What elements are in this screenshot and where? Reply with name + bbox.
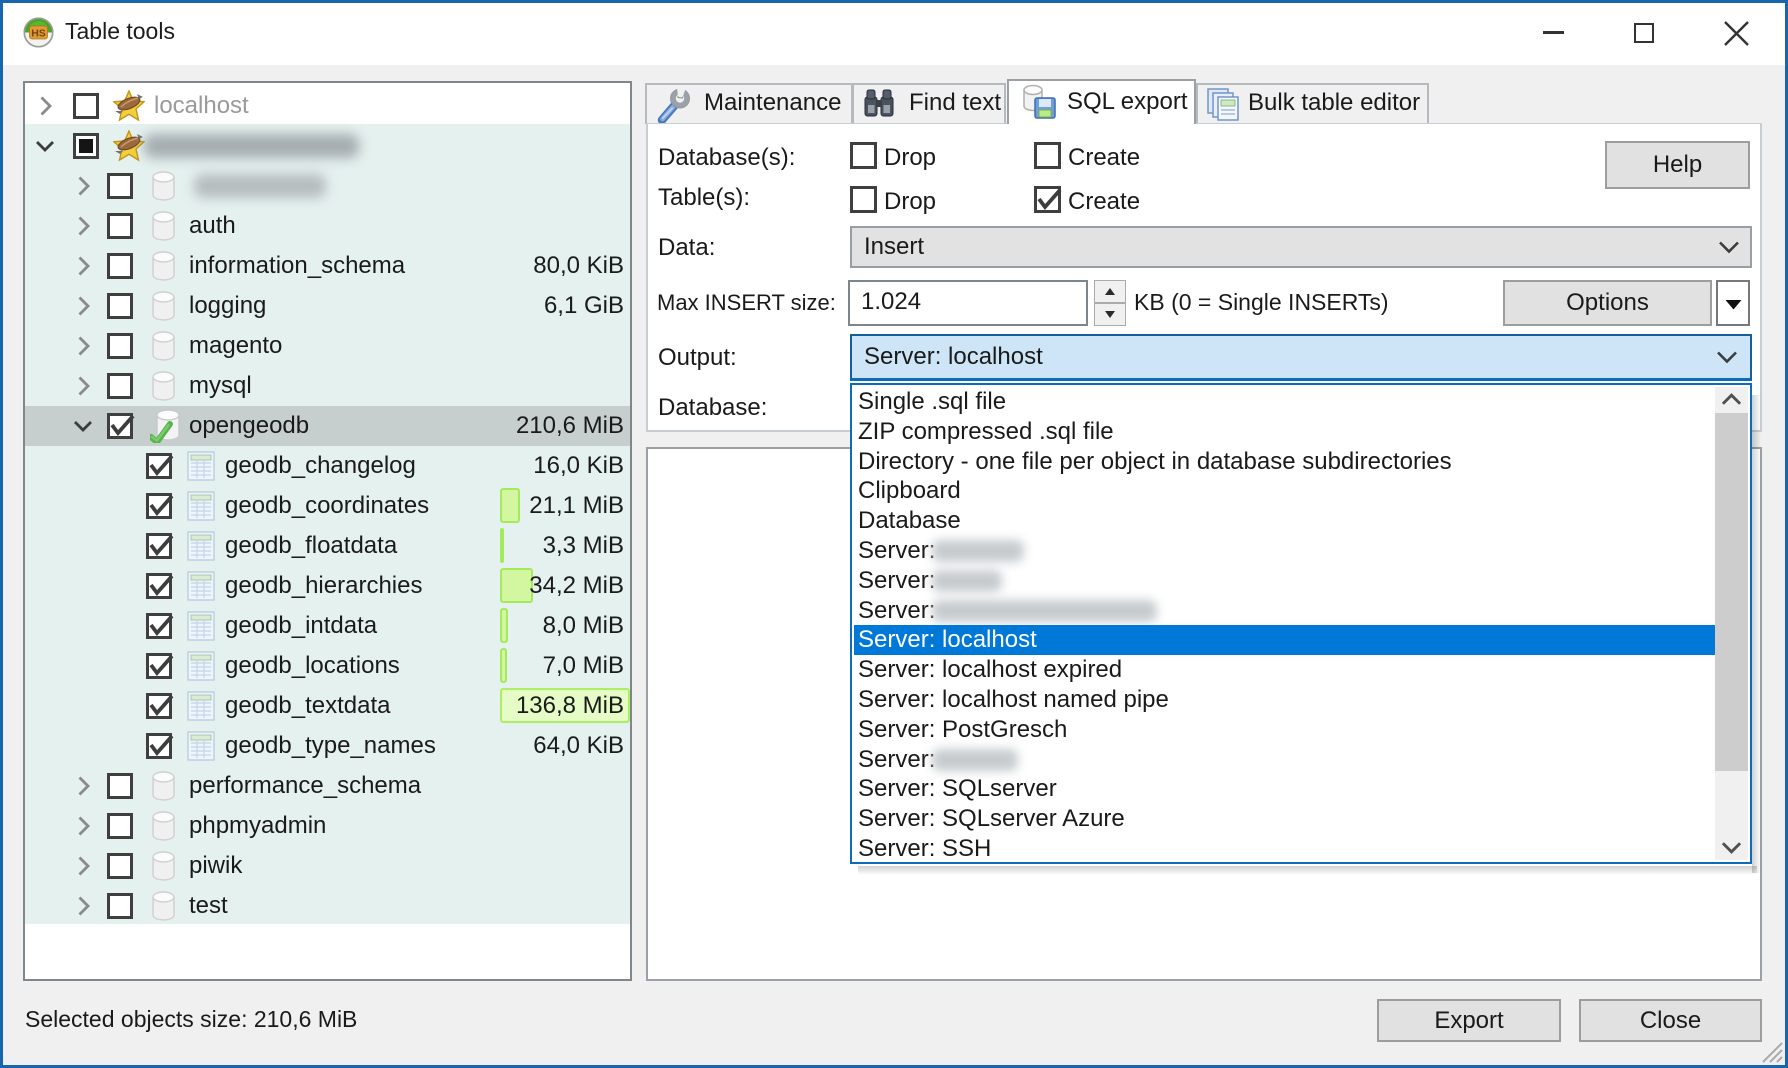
svg-text:HS: HS [31,28,46,40]
